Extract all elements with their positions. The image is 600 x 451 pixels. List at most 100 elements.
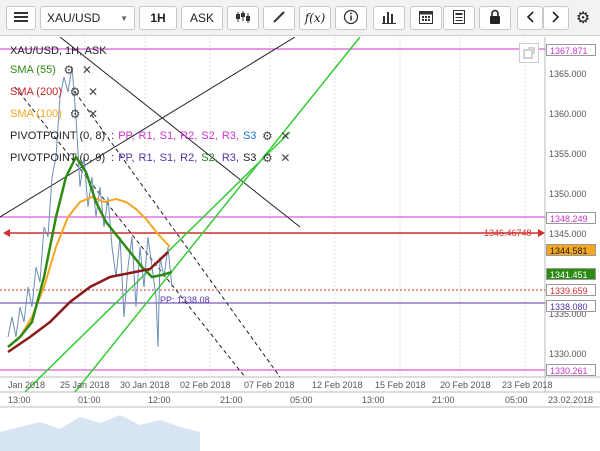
gear-icon[interactable]: ⚙: [62, 63, 76, 77]
calendar-button[interactable]: [410, 6, 442, 30]
price-label: 1330.261: [546, 364, 596, 376]
date-tick: 20 Feb 2018: [440, 380, 491, 390]
pivot-item: S3: [242, 130, 257, 142]
legend-sma-55-label: SMA (55): [10, 64, 56, 76]
date-tick: 15 Feb 2018: [375, 380, 426, 390]
info-button[interactable]: [335, 6, 367, 30]
chart-title: XAU/USD, 1H, ASK: [10, 43, 107, 59]
expand-button[interactable]: [519, 43, 539, 63]
gear-icon[interactable]: ⚙: [260, 129, 274, 143]
menu-button[interactable]: [6, 6, 36, 30]
legend-sma-200-label: SMA (200): [10, 86, 62, 98]
pivot-item: S1,: [159, 152, 177, 164]
close-icon[interactable]: ✕: [86, 85, 100, 99]
legend-pivot-1-items: PP, R1, S1, R2, S2, R3, S3: [118, 130, 260, 142]
price-label: 1367.871: [546, 44, 596, 56]
pivot-item: R2,: [180, 152, 198, 164]
date-tick: 12 Feb 2018: [312, 380, 363, 390]
time-tick: 05:00: [290, 395, 313, 405]
legend-sma-100-label: SMA (100): [10, 108, 62, 120]
price-label: 1348.249: [546, 212, 596, 224]
legend-pivot-1[interactable]: PIVOTPOINT (0, 8) : PP, R1, S1, R2, S2, R3, S3…: [10, 128, 296, 144]
price-tick: 1360.000: [549, 109, 587, 119]
arrow-right-icon: [538, 229, 545, 237]
price-tick: 1355.000: [549, 149, 587, 159]
scroll-left-button[interactable]: [517, 6, 543, 30]
pivot-pp-label: PP: 1338.08: [160, 295, 210, 305]
pivot-item: R2,: [180, 130, 198, 142]
pivot-item: S1,: [159, 130, 177, 142]
settings-button[interactable]: ⚙: [571, 6, 595, 30]
date-tick: Jan 2018: [8, 380, 45, 390]
price-side-label: ASK: [189, 11, 214, 25]
bar-chart-icon: [382, 10, 396, 27]
pivot-item: R3,: [221, 152, 239, 164]
draw-tool-button[interactable]: [263, 6, 295, 30]
gear-icon: ⚙: [575, 10, 591, 27]
date-tick: 07 Feb 2018: [244, 380, 295, 390]
time-axis-labels: 13:00 01:00 12:00 21:00 05:00 13:00 21:00 05:00…: [8, 395, 593, 405]
pivot-item: S2,: [201, 130, 218, 142]
calendar-icon: [418, 9, 434, 28]
hamburger-icon: [14, 11, 28, 26]
date-tick: 02 Feb 2018: [180, 380, 231, 390]
template-icon: [452, 9, 466, 28]
time-tick: 13:00: [8, 395, 31, 405]
symbol-label: XAU/USD: [47, 11, 101, 25]
price-label: 1338.080: [546, 300, 596, 312]
arrow-left-icon: [3, 229, 10, 237]
pivot-item: PP,: [118, 152, 135, 164]
gear-icon[interactable]: ⚙: [68, 107, 82, 121]
date-tick: 30 Jan 2018: [120, 380, 170, 390]
indicators-button[interactable]: f(x): [299, 6, 331, 30]
timeframe-button[interactable]: 1H: [139, 6, 177, 30]
chart-title-text: XAU/USD, 1H, ASK: [10, 45, 107, 57]
legend-sma-200[interactable]: SMA (200) ⚙ ✕: [10, 84, 104, 100]
green-trend-line-1[interactable]: [74, 37, 361, 393]
scroll-right-button[interactable]: [543, 6, 569, 30]
legend-pivot-1-label: PIVOTPOINT (0, 8): [10, 130, 106, 142]
legend-sma-100[interactable]: SMA (100) ⚙ ✕: [10, 106, 104, 122]
price-label: 1341.451: [546, 268, 596, 280]
sma-55-line: [7, 154, 173, 348]
toolbar: XAU/USD ▼ 1H ASK f(x) ⚙: [0, 0, 600, 36]
navigator[interactable]: [0, 407, 600, 451]
legend-pivot-2-label: PIVOTPOINT (0, 9): [10, 152, 106, 164]
close-icon[interactable]: ✕: [86, 107, 100, 121]
legend-pivot-2-items: PP, R1, S1, R2, S2, R3, S3: [118, 152, 260, 164]
time-tick: 21:00: [220, 395, 243, 405]
chevron-left-icon: [526, 10, 534, 26]
pivot-item: PP,: [118, 130, 135, 142]
close-icon[interactable]: ✕: [278, 129, 292, 143]
pencil-icon: [272, 10, 286, 27]
price-label: 1344.581: [546, 244, 596, 256]
pivot-item: R1,: [138, 152, 156, 164]
info-icon: [343, 9, 359, 28]
chart-type-button[interactable]: [227, 6, 259, 30]
price-tick: 1350.000: [549, 189, 587, 199]
legend-sma-55[interactable]: SMA (55) ⚙ ✕: [10, 62, 98, 78]
price-tick: 1345.000: [549, 229, 587, 239]
close-icon[interactable]: ✕: [80, 63, 94, 77]
candlestick-icon: [235, 10, 251, 27]
lock-button[interactable]: [479, 6, 511, 30]
volume-button[interactable]: [373, 6, 405, 30]
chevron-down-icon: ▼: [120, 13, 128, 23]
date-tick: 23 Feb 2018: [502, 380, 553, 390]
vertical-gridlines: [29, 37, 526, 377]
symbol-selector[interactable]: XAU/USD ▼: [40, 6, 135, 30]
expand-icon: [520, 47, 538, 65]
close-icon[interactable]: ✕: [278, 151, 292, 165]
time-tick: 05:00: [505, 395, 528, 405]
template-button[interactable]: [443, 6, 475, 30]
legend-pivot-2[interactable]: PIVOTPOINT (0, 9) : PP, R1, S1, R2, S2, R3, S3…: [10, 150, 296, 166]
price-tick: 1330.000: [549, 349, 587, 359]
gear-icon[interactable]: ⚙: [260, 151, 274, 165]
pivot-item: R1,: [138, 130, 156, 142]
time-tick: 01:00: [78, 395, 101, 405]
time-tick: 12:00: [148, 395, 171, 405]
price-side-button[interactable]: ASK: [181, 6, 223, 30]
chevron-right-icon: [552, 10, 560, 26]
pivot-item: S2,: [201, 152, 218, 164]
gear-icon[interactable]: ⚙: [68, 85, 82, 99]
